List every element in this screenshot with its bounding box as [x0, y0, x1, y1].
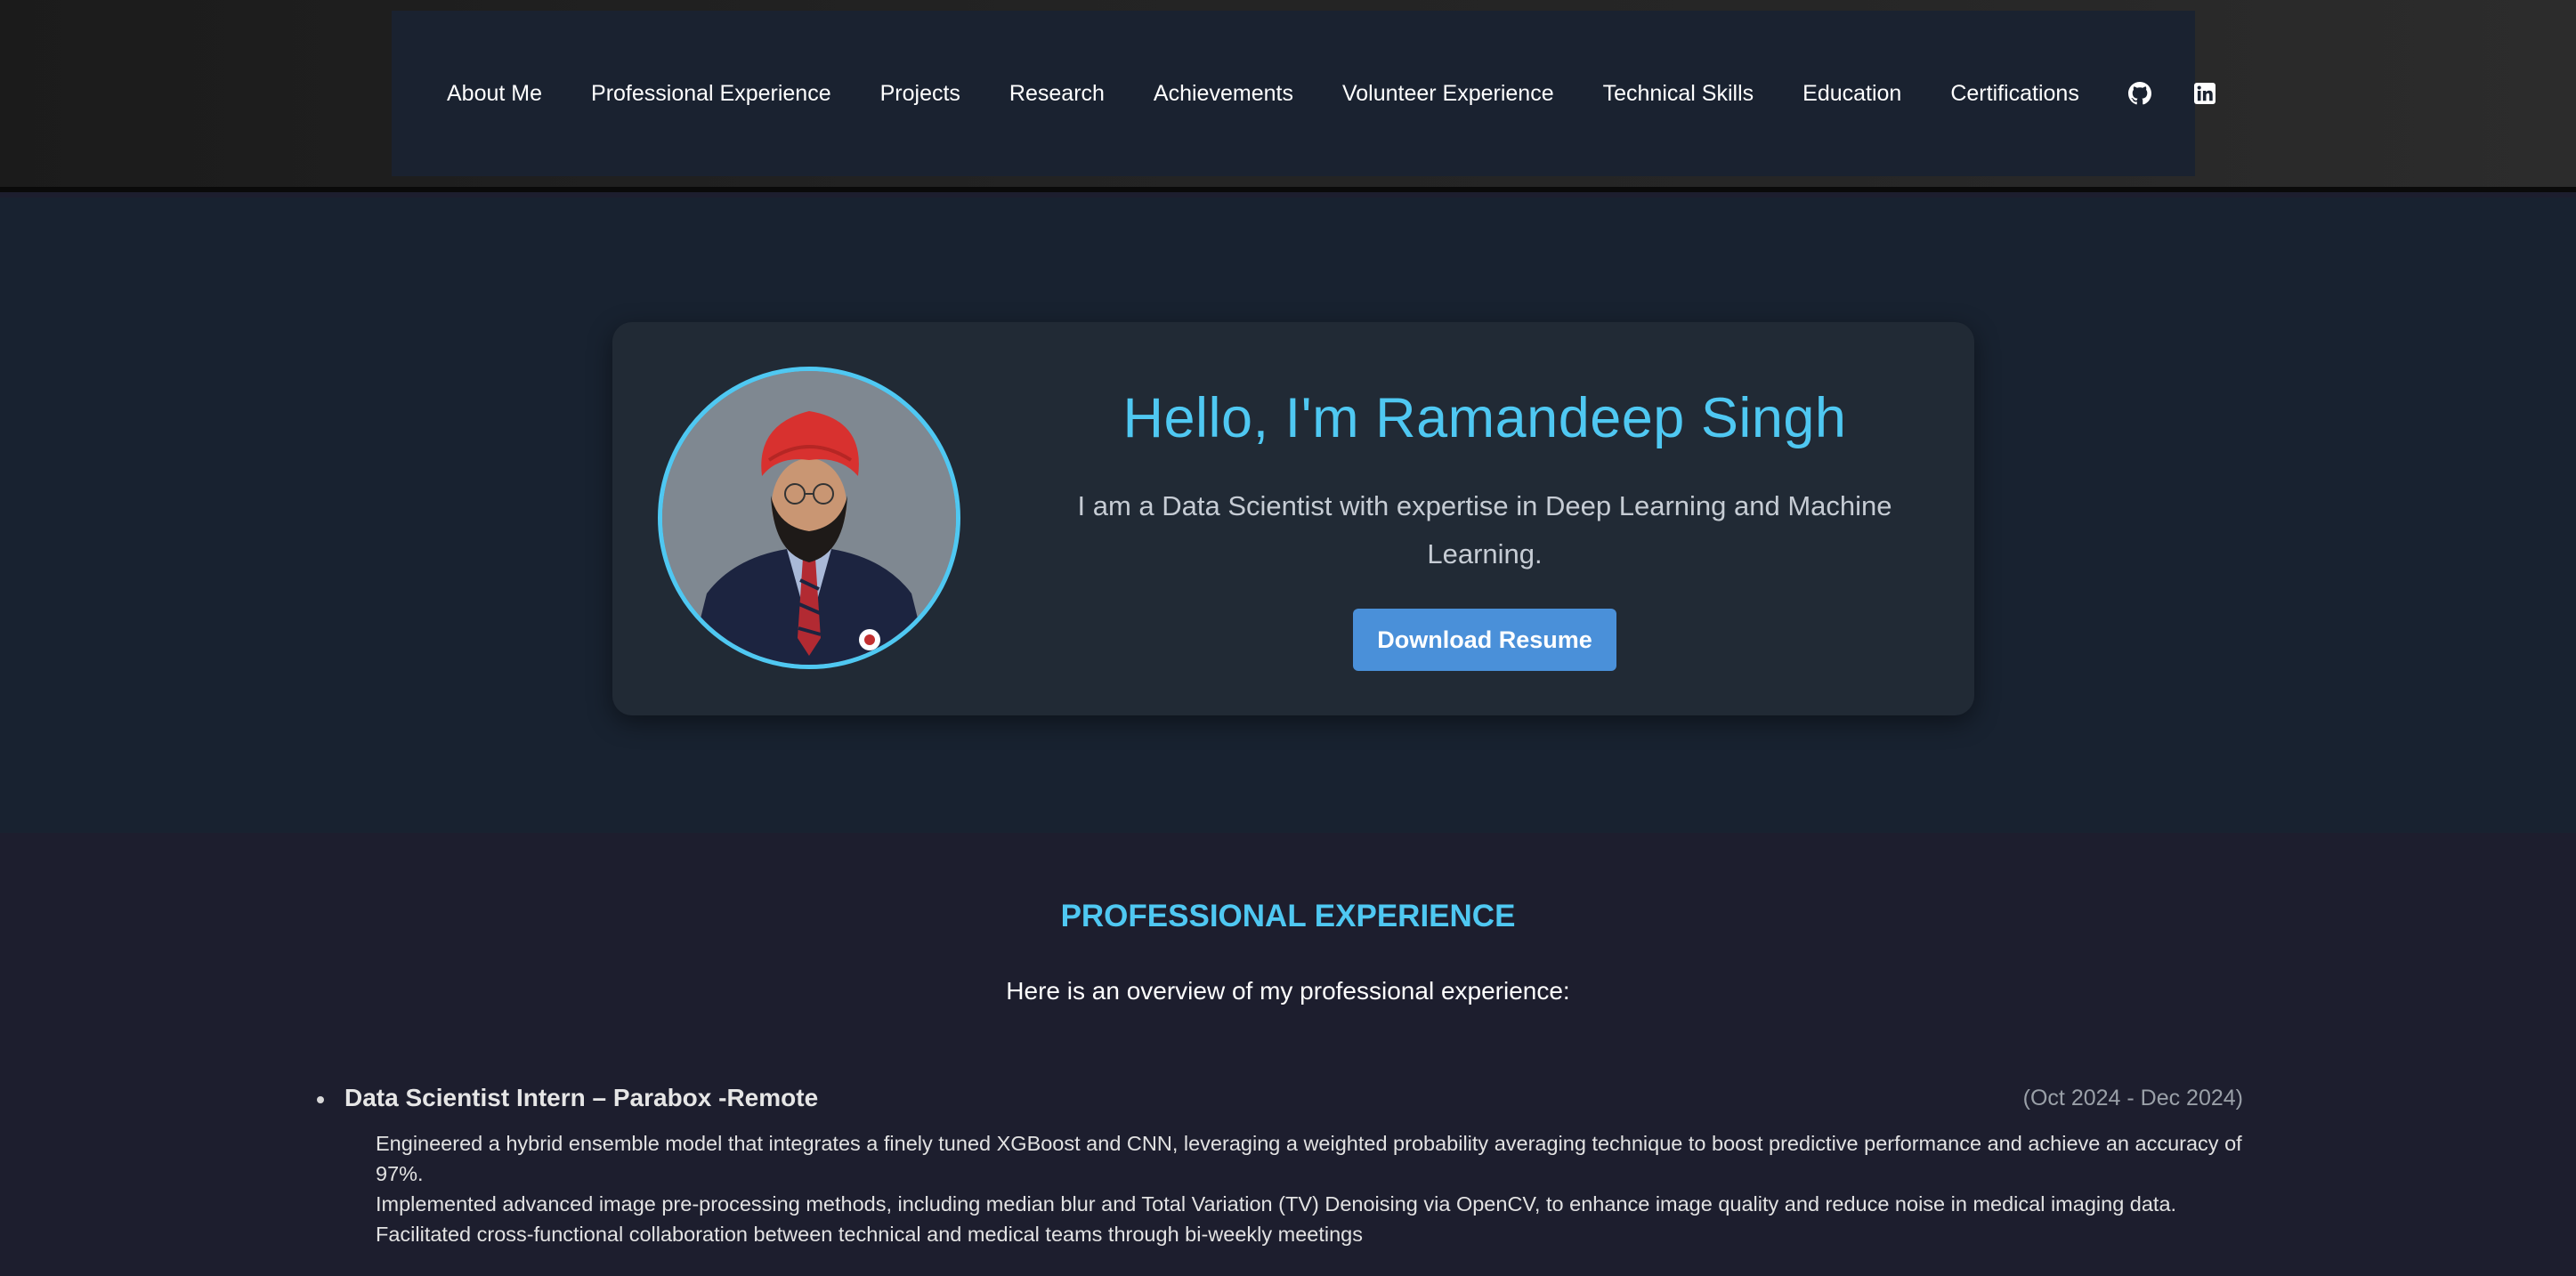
nav-item-education[interactable]: Education: [1802, 81, 1901, 107]
experience-detail: Engineered a hybrid ensemble model that …: [376, 1132, 2242, 1185]
hero-section: Hello, I'm Ramandeep Singh I am a Data S…: [0, 198, 2576, 833]
download-resume-button[interactable]: Download Resume: [1353, 609, 1616, 671]
experience-dates: (Oct 2024 - Dec 2024): [2022, 1086, 2243, 1110]
nav-item-about-me[interactable]: About Me: [447, 81, 542, 107]
nav-item-projects[interactable]: Projects: [880, 81, 960, 107]
nav-item-research[interactable]: Research: [1009, 81, 1105, 107]
github-icon[interactable]: [2127, 81, 2151, 106]
experience-detail: Facilitated cross-functional collaborati…: [376, 1223, 1363, 1246]
experience-role: Data Scientist Intern – Parabox -Remote: [344, 1084, 819, 1111]
experience-details: Engineered a hybrid ensemble model that …: [376, 1128, 2245, 1249]
linkedin-icon[interactable]: [2193, 81, 2216, 106]
nav-item-professional-experience[interactable]: Professional Experience: [591, 81, 831, 107]
bullet-icon: [317, 1096, 324, 1103]
top-bar: About Me Professional Experience Project…: [0, 0, 2576, 192]
nav-item-certifications[interactable]: Certifications: [1950, 81, 2079, 107]
hero-subtitle: I am a Data Scientist with expertise in …: [1077, 490, 1892, 569]
experience-detail: Implemented advanced image pre-processin…: [376, 1192, 2177, 1215]
section-subtitle: Here is an overview of my professional e…: [1006, 977, 1570, 1005]
nav-item-volunteer-experience[interactable]: Volunteer Experience: [1342, 81, 1554, 107]
hero-title: Hello, I'm Ramandeep Singh: [1122, 387, 1847, 449]
nav-item-achievements[interactable]: Achievements: [1154, 81, 1293, 107]
hero-card: Hello, I'm Ramandeep Singh I am a Data S…: [612, 322, 1974, 715]
avatar: [658, 367, 960, 669]
hero-text: Hello, I'm Ramandeep Singh I am a Data S…: [1022, 322, 1948, 671]
nav-item-technical-skills[interactable]: Technical Skills: [1603, 81, 1754, 107]
section-title: PROFESSIONAL EXPERIENCE: [1060, 899, 1516, 933]
navbar: About Me Professional Experience Project…: [392, 11, 2216, 176]
professional-experience-section: PROFESSIONAL EXPERIENCE Here is an overv…: [0, 833, 2576, 1276]
